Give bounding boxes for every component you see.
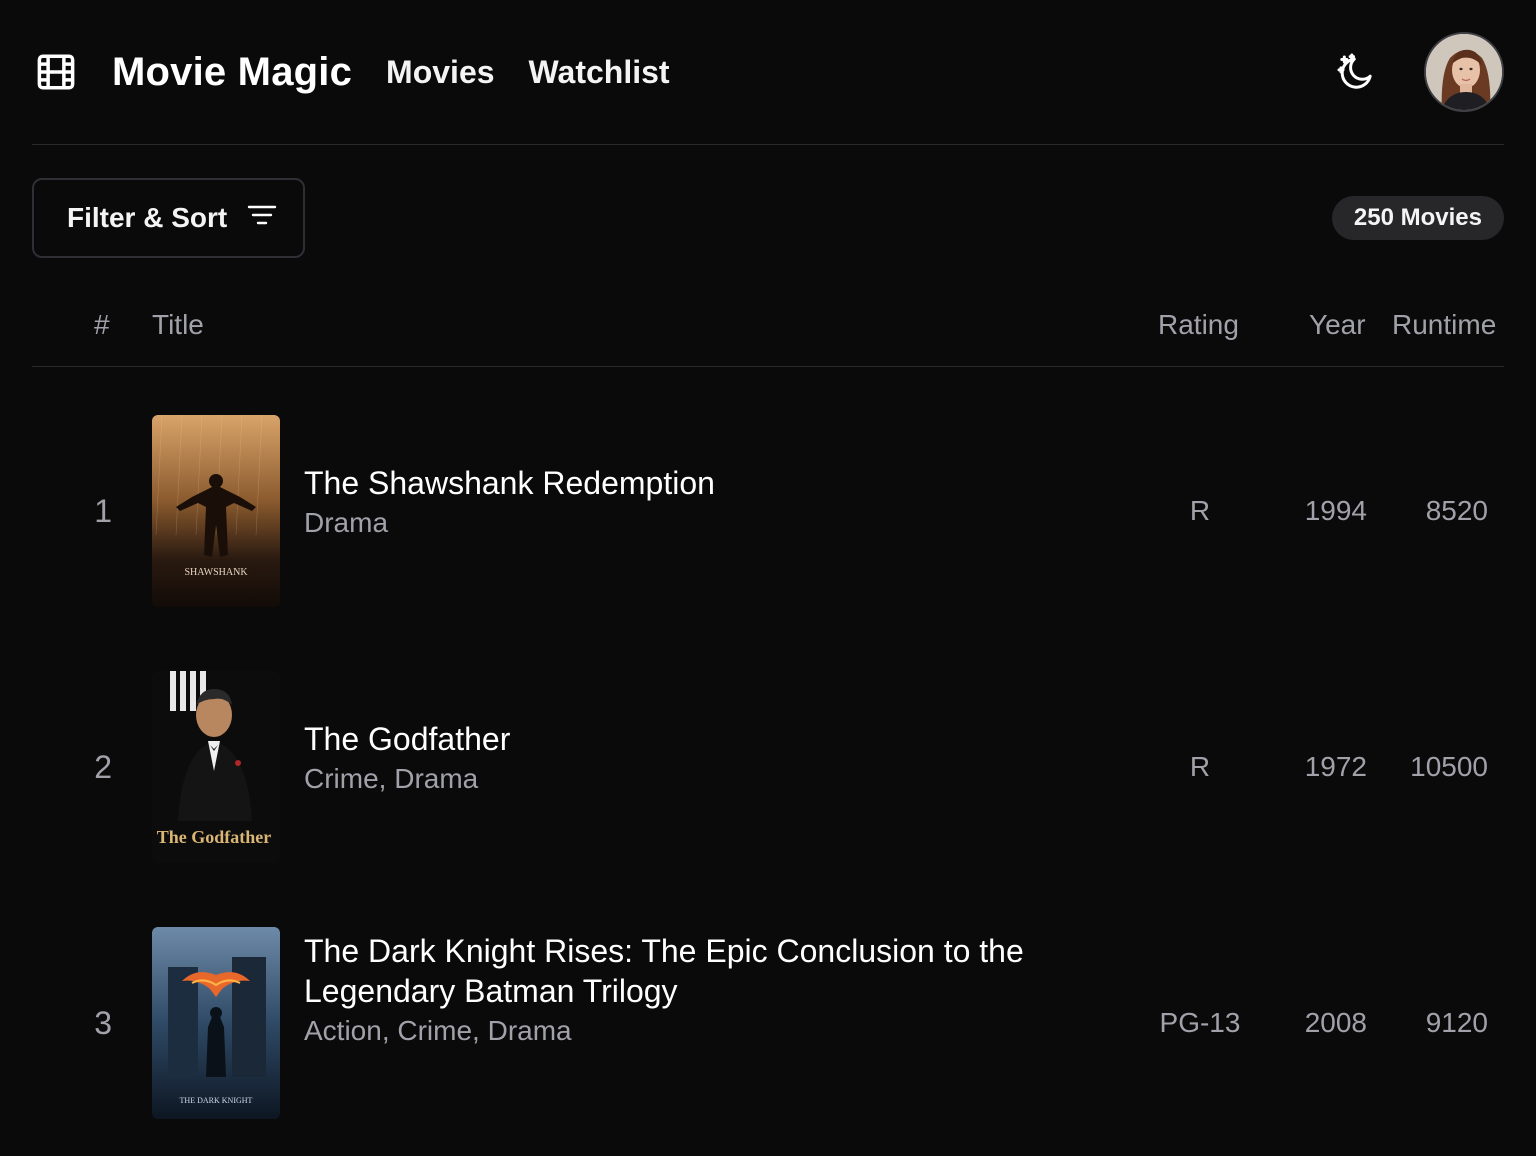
movie-year: 1994 <box>1304 495 1367 526</box>
top-nav: Movie Magic Movies Watchlist <box>32 0 1504 145</box>
table-row[interactable]: 2 The Godfather The Godfather Crime, Dra… <box>32 623 1504 879</box>
movie-runtime: 10500 <box>1410 751 1488 782</box>
movie-title[interactable]: The Shawshank Redemption <box>304 463 1104 503</box>
movie-rating: PG-13 <box>1159 1007 1241 1038</box>
movie-year: 1972 <box>1304 751 1367 782</box>
nav-movies[interactable]: Movies <box>386 54 494 91</box>
avatar[interactable] <box>1424 32 1504 112</box>
column-header-rank: # <box>94 309 110 340</box>
table-row[interactable]: 3 THE DARK KNIGHT The Dark Knight Rises:… <box>32 879 1504 1135</box>
table-row[interactable]: 1 SHAWSHANK The Shawshank Redemption Dra… <box>32 367 1504 623</box>
movie-title[interactable]: The Godfather <box>304 719 1104 759</box>
movie-runtime: 9120 <box>1425 1007 1488 1038</box>
nav-watchlist[interactable]: Watchlist <box>529 54 670 91</box>
movie-count-badge: 250 Movies <box>1331 196 1504 240</box>
movie-info: The Dark Knight Rises: The Epic Conclusi… <box>304 931 1104 1051</box>
row-rank: 3 <box>94 1005 112 1041</box>
app: Movie Magic Movies Watchlist Filter & So… <box>0 0 1536 1156</box>
list-toolbar: Filter & Sort 250 Movies # Title Rating … <box>32 145 1504 367</box>
movie-rating: R <box>1189 495 1211 526</box>
movie-genres: Action, Crime, Drama <box>304 1015 572 1046</box>
film-icon[interactable] <box>32 48 80 96</box>
poster-title-text: The Godfather <box>157 827 272 847</box>
header-actions <box>1332 32 1504 112</box>
row-rank: 2 <box>94 749 112 785</box>
movie-year: 2008 <box>1304 1007 1367 1038</box>
poster-title-text: THE DARK KNIGHT <box>180 1096 253 1105</box>
movie-info: The Shawshank Redemption Drama <box>304 463 1104 543</box>
movie-genres: Drama <box>304 507 389 538</box>
filter-sort-label: Filter & Sort <box>67 202 228 233</box>
row-rank: 1 <box>94 493 112 529</box>
movie-info: The Godfather Crime, Drama <box>304 719 1104 799</box>
movie-poster[interactable]: SHAWSHANK <box>152 415 280 607</box>
movie-poster[interactable]: THE DARK KNIGHT <box>152 927 280 1119</box>
brand-name[interactable]: Movie Magic <box>112 50 352 95</box>
movie-runtime: 8520 <box>1425 495 1488 526</box>
movie-genres: Crime, Drama <box>304 763 479 794</box>
poster-title-text: SHAWSHANK <box>184 567 248 578</box>
column-header-rating[interactable]: Rating <box>1158 309 1239 341</box>
column-header-year[interactable]: Year <box>1309 309 1366 341</box>
column-header-title[interactable]: Title <box>152 309 204 341</box>
filter-lines-icon <box>247 202 277 234</box>
moon-stars-icon[interactable] <box>1332 48 1380 96</box>
movie-rating: R <box>1189 751 1211 782</box>
column-header-runtime[interactable]: Runtime <box>1392 309 1496 341</box>
movie-title[interactable]: The Dark Knight Rises: The Epic Conclusi… <box>304 931 1104 1011</box>
filter-sort-button[interactable]: Filter & Sort <box>32 178 305 258</box>
movie-poster[interactable]: The Godfather <box>152 671 280 863</box>
